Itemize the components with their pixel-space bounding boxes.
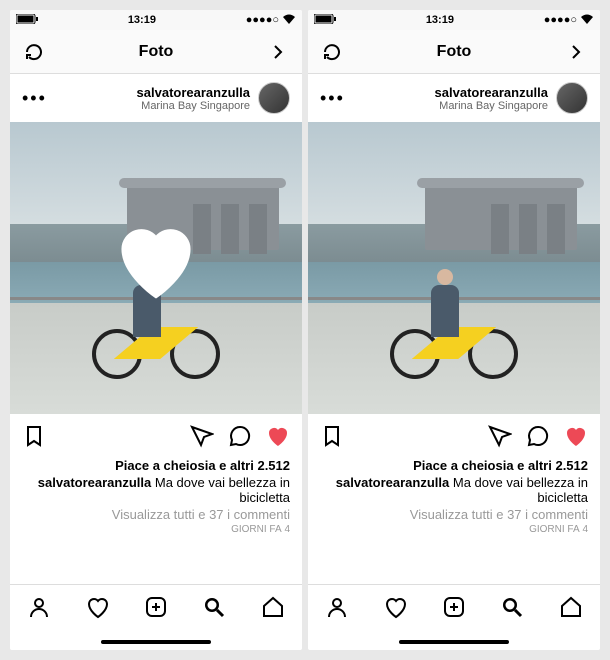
post-photo[interactable] xyxy=(10,122,302,414)
tab-activity-icon[interactable] xyxy=(86,595,110,624)
likes-text[interactable]: Piace a cheiosia e altri 2.512 xyxy=(22,458,290,473)
home-indicator[interactable] xyxy=(10,634,302,650)
share-icon[interactable] xyxy=(190,424,214,448)
view-comments-link[interactable]: Visualizza tutti e 37 i commenti xyxy=(320,507,588,522)
status-left: ●●●●○ xyxy=(246,14,296,27)
view-comments-link[interactable]: Visualizza tutti e 37 i commenti xyxy=(22,507,290,522)
action-bar xyxy=(10,414,302,458)
phone-screen-right: 13:19 ●●●●○ Foto salvatorearanzulla Mari… xyxy=(308,10,600,650)
caption-area: Piace a cheiosia e altri 2.512 salvatore… xyxy=(308,458,600,539)
back-icon[interactable] xyxy=(564,40,588,64)
signal-dots: ●●●●○ xyxy=(544,14,577,26)
comment-icon[interactable] xyxy=(526,424,550,448)
tab-add-icon[interactable] xyxy=(442,595,466,624)
caption: salvatorearanzulla Ma dove vai bellezza … xyxy=(22,475,290,505)
username[interactable]: salvatorearanzulla xyxy=(435,85,548,100)
like-icon[interactable] xyxy=(266,424,290,448)
signal-dots: ●●●●○ xyxy=(246,14,279,26)
action-bar xyxy=(308,414,600,458)
tab-activity-icon[interactable] xyxy=(384,595,408,624)
caption: salvatorearanzulla Ma dove vai bellezza … xyxy=(320,475,588,505)
bookmark-icon[interactable] xyxy=(22,424,46,448)
clock: 13:19 xyxy=(38,14,246,26)
username[interactable]: salvatorearanzulla xyxy=(137,85,250,100)
time-ago: 4 GIORNI FA xyxy=(320,524,588,535)
tab-home-icon[interactable] xyxy=(261,595,285,624)
scene-bike xyxy=(390,291,518,379)
home-indicator[interactable] xyxy=(308,634,600,650)
user-info[interactable]: salvatorearanzulla Marina Bay Singapore xyxy=(137,82,290,114)
tab-search-icon[interactable] xyxy=(202,595,226,624)
tab-bar xyxy=(308,584,600,634)
scene-towers xyxy=(193,204,267,254)
wifi-icon xyxy=(580,14,594,27)
caption-text: Ma dove vai bellezza in bicicletta xyxy=(449,475,588,505)
likes-text[interactable]: Piace a cheiosia e altri 2.512 xyxy=(320,458,588,473)
wifi-icon xyxy=(282,14,296,27)
tab-profile-icon[interactable] xyxy=(325,595,349,624)
phone-screen-left: 13:19 ●●●●○ Foto salvatorearanzulla Mari… xyxy=(10,10,302,650)
user-info[interactable]: salvatorearanzulla Marina Bay Singapore xyxy=(435,82,588,114)
location[interactable]: Marina Bay Singapore xyxy=(435,100,548,112)
spacer xyxy=(10,539,302,584)
avatar[interactable] xyxy=(258,82,290,114)
battery-icon xyxy=(314,14,336,27)
caption-username[interactable]: salvatorearanzulla xyxy=(38,475,151,490)
refresh-icon[interactable] xyxy=(320,40,344,64)
scene-towers xyxy=(491,204,565,254)
like-icon[interactable] xyxy=(564,424,588,448)
tab-profile-icon[interactable] xyxy=(27,595,51,624)
page-title: Foto xyxy=(437,43,472,61)
post-photo[interactable] xyxy=(308,122,600,414)
tab-bar xyxy=(10,584,302,634)
tab-home-icon[interactable] xyxy=(559,595,583,624)
bookmark-icon[interactable] xyxy=(320,424,344,448)
time-ago: 4 GIORNI FA xyxy=(22,524,290,535)
status-bar: 13:19 ●●●●○ xyxy=(308,10,600,30)
post-header: salvatorearanzulla Marina Bay Singapore … xyxy=(10,74,302,122)
clock: 13:19 xyxy=(336,14,544,26)
battery-icon xyxy=(16,14,38,27)
caption-username[interactable]: salvatorearanzulla xyxy=(336,475,449,490)
refresh-icon[interactable] xyxy=(22,40,46,64)
caption-text: Ma dove vai bellezza in bicicletta xyxy=(151,475,290,505)
caption-area: Piace a cheiosia e altri 2.512 salvatore… xyxy=(10,458,302,539)
scene-bike xyxy=(92,291,220,379)
nav-bar: Foto xyxy=(10,30,302,74)
tab-add-icon[interactable] xyxy=(144,595,168,624)
status-right xyxy=(314,14,336,27)
spacer xyxy=(308,539,600,584)
nav-bar: Foto xyxy=(308,30,600,74)
status-right xyxy=(16,14,38,27)
page-title: Foto xyxy=(139,43,174,61)
location[interactable]: Marina Bay Singapore xyxy=(137,100,250,112)
more-options-icon[interactable]: ••• xyxy=(320,88,345,109)
back-icon[interactable] xyxy=(266,40,290,64)
status-bar: 13:19 ●●●●○ xyxy=(10,10,302,30)
tab-search-icon[interactable] xyxy=(500,595,524,624)
post-header: salvatorearanzulla Marina Bay Singapore … xyxy=(308,74,600,122)
avatar[interactable] xyxy=(556,82,588,114)
more-options-icon[interactable]: ••• xyxy=(22,88,47,109)
share-icon[interactable] xyxy=(488,424,512,448)
status-left: ●●●●○ xyxy=(544,14,594,27)
comment-icon[interactable] xyxy=(228,424,252,448)
